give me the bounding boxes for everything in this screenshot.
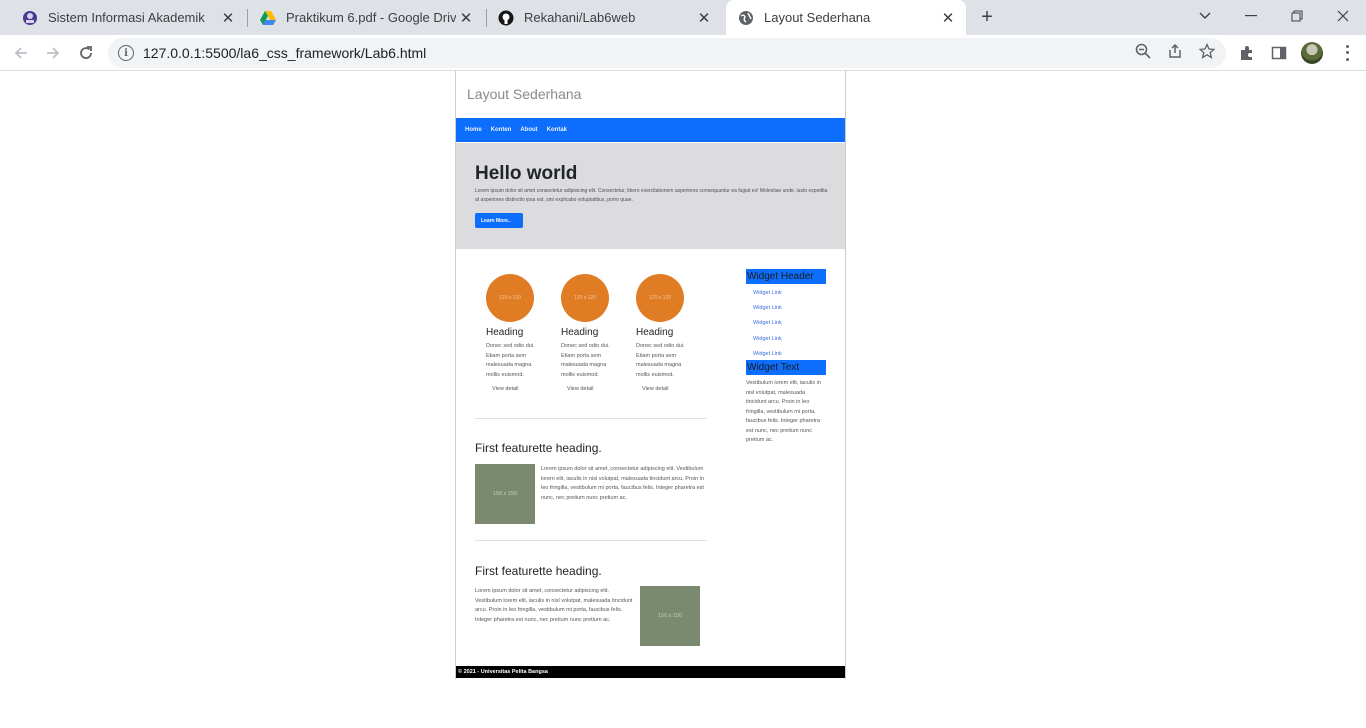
card-heading: Heading (486, 327, 524, 338)
card-placeholder-image: 120 x 120 (486, 274, 534, 322)
tab-strip: Sistem Informasi Akademik ✕ Praktikum 6.… (0, 0, 1366, 35)
tab-github[interactable]: Rekahani/Lab6web ✕ (490, 0, 722, 35)
feature-card: 120 x 120 Heading Donec sed odio dui. Et… (636, 274, 696, 392)
card-heading: Heading (636, 327, 674, 338)
tab-title: Praktikum 6.pdf - Google Drive (286, 10, 456, 25)
card-heading: Heading (561, 327, 599, 338)
minimize-icon[interactable] (1228, 0, 1274, 32)
tab-title: Sistem Informasi Akademik (48, 10, 205, 25)
campus-logo-icon (22, 10, 38, 26)
widget-link[interactable]: Widget Link (746, 336, 826, 342)
tab-sistem-informasi[interactable]: Sistem Informasi Akademik ✕ (14, 0, 246, 35)
featurette-text: Lorem ipsum dolor sit amet, consectetur … (541, 466, 704, 501)
new-tab-plus-icon[interactable]: + (976, 6, 998, 28)
close-icon[interactable]: ✕ (218, 8, 238, 28)
widget-header: Widget Header (746, 269, 826, 284)
close-icon[interactable]: ✕ (938, 8, 958, 28)
url-text: 127.0.0.1:5500/la6_css_framework/Lab6.ht… (143, 45, 427, 61)
feature-card: 120 x 120 Heading Donec sed odio dui. Et… (561, 274, 621, 392)
sidebar: Widget Header Widget Link Widget Link Wi… (746, 269, 826, 446)
hero-heading: Hello world (475, 163, 578, 184)
widget-text: Vestibulum lorem elit, iaculis in nisl v… (746, 380, 821, 443)
nav-link-kontak[interactable]: Kontak (547, 127, 567, 133)
widget-link[interactable]: Widget Link (746, 290, 826, 296)
site-footer: © 2021 - Universitas Pelita Bangsa (456, 666, 845, 678)
tab-google-drive[interactable]: Praktikum 6.pdf - Google Drive ✕ (252, 0, 484, 35)
site-title: Layout Sederhana (467, 86, 582, 102)
globe-icon (738, 10, 754, 26)
featurette: First featurette heading. Lorem ipsum do… (475, 564, 707, 654)
featurette-divider (475, 540, 707, 541)
nav-link-konten[interactable]: Konten (491, 127, 512, 133)
forward-arrow-icon[interactable] (40, 40, 66, 66)
card-placeholder-image: 120 x 120 (561, 274, 609, 322)
reload-icon[interactable] (73, 40, 99, 66)
tab-title: Rekahani/Lab6web (524, 10, 636, 25)
tab-separator (247, 9, 248, 27)
featurette-heading: First featurette heading. (475, 564, 602, 578)
restore-icon[interactable] (1274, 0, 1320, 32)
widget-text-header: Widget Text (746, 360, 826, 375)
site-info-icon[interactable]: i (118, 45, 134, 61)
card-text: Donec sed odio dui. Etiam porta sem male… (561, 343, 610, 378)
nav-link-home[interactable]: Home (465, 127, 482, 133)
tab-title: Layout Sederhana (764, 10, 871, 25)
view-detail-link[interactable]: View detail (486, 386, 546, 392)
widget-link[interactable]: Widget Link (746, 351, 826, 357)
card-placeholder-image: 120 x 120 (636, 274, 684, 322)
view-detail-link[interactable]: View detail (636, 386, 696, 392)
learn-more-button[interactable]: Learn More.. (475, 213, 523, 228)
tab-separator (486, 9, 487, 27)
featurette-divider (475, 418, 707, 419)
profile-avatar[interactable] (1301, 42, 1323, 64)
card-text: Donec sed odio dui. Etiam porta sem male… (486, 343, 535, 378)
back-arrow-icon[interactable] (8, 40, 34, 66)
featurette-placeholder-image: 150 x 150 (640, 586, 700, 646)
extensions-puzzle-icon[interactable] (1237, 43, 1257, 63)
card-text: Donec sed odio dui. Etiam porta sem male… (636, 343, 685, 378)
hero-text: Lorem ipsum dolor sit amet consectetur a… (475, 188, 828, 203)
bookmark-star-icon[interactable] (1198, 42, 1216, 60)
site-header: Layout Sederhana (456, 71, 845, 117)
widget-link[interactable]: Widget Link (746, 305, 826, 311)
main-navbar: Home Konten About Kontak (456, 118, 845, 142)
featurette: First featurette heading. 150 x 150 Lore… (475, 441, 707, 531)
featurette-text: Lorem ipsum dolor sit amet, consectetur … (475, 588, 633, 623)
browser-toolbar: i 127.0.0.1:5500/la6_css_framework/Lab6.… (0, 35, 1366, 71)
widget-link[interactable]: Widget Link (746, 320, 826, 326)
feature-card: 120 x 120 Heading Donec sed odio dui. Et… (486, 274, 546, 392)
window-close-icon[interactable] (1320, 0, 1366, 32)
more-menu-icon[interactable] (1340, 43, 1354, 63)
side-panel-icon[interactable] (1269, 43, 1289, 63)
nav-link-about[interactable]: About (520, 127, 537, 133)
featurette-placeholder-image: 150 x 150 (475, 464, 535, 524)
tab-layout-sederhana[interactable]: Layout Sederhana ✕ (726, 0, 966, 35)
page-container: Layout Sederhana Home Konten About Konta… (455, 71, 846, 679)
share-icon[interactable] (1166, 42, 1184, 60)
github-icon (498, 10, 514, 26)
zoom-icon[interactable] (1134, 42, 1152, 60)
google-drive-icon (260, 10, 276, 26)
featurette-heading: First featurette heading. (475, 441, 602, 455)
address-bar[interactable]: i 127.0.0.1:5500/la6_css_framework/Lab6.… (108, 38, 1226, 68)
close-icon[interactable]: ✕ (456, 8, 476, 28)
hero-jumbotron: Hello world Lorem ipsum dolor sit amet c… (456, 143, 845, 249)
tab-search-chevron-icon[interactable] (1182, 0, 1228, 32)
close-icon[interactable]: ✕ (694, 8, 714, 28)
page-viewport: Layout Sederhana Home Konten About Konta… (0, 71, 1366, 728)
view-detail-link[interactable]: View detail (561, 386, 621, 392)
